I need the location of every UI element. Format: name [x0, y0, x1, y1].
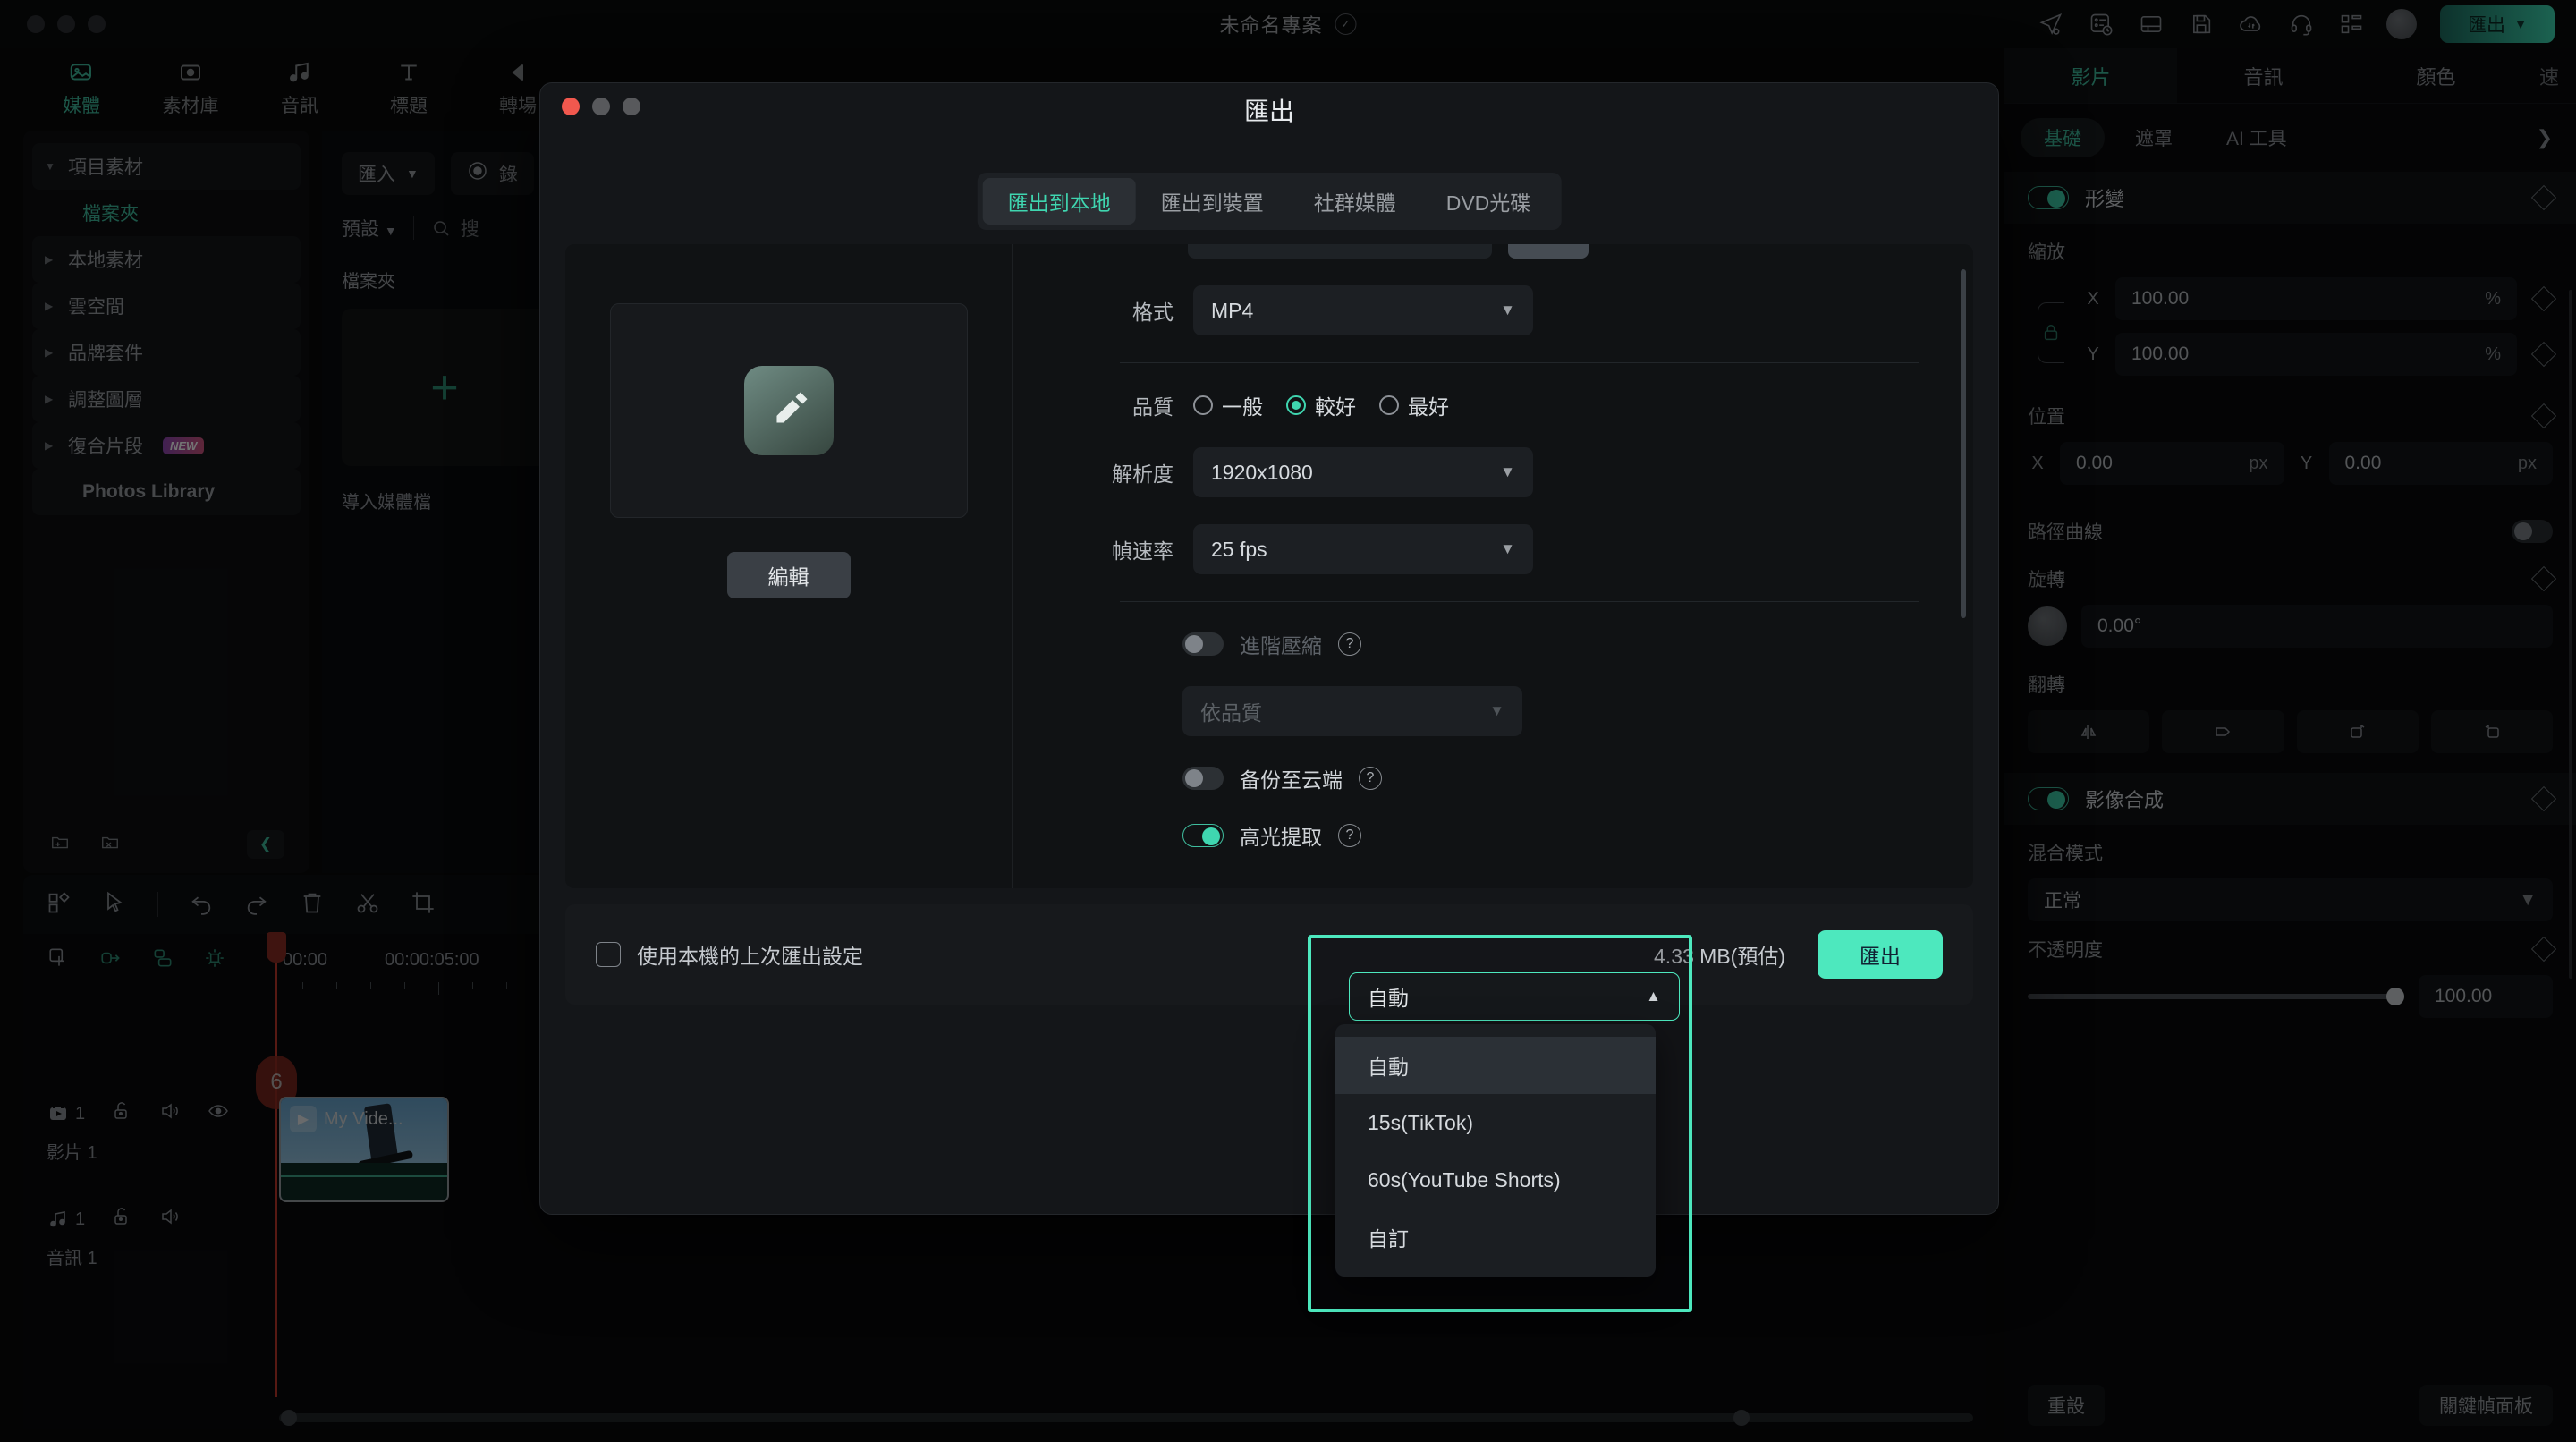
- export-confirm-button[interactable]: 匯出: [1818, 930, 1943, 979]
- highlight-extract-toggle[interactable]: [1182, 824, 1224, 847]
- dialog-settings-column: 格式 MP4 ▼ 品質 一般 較好 最好 解析度 1920x1080 ▼ 幀速率…: [1013, 244, 1973, 888]
- scrolled-partial-row: [1188, 244, 1589, 259]
- advanced-compress-label: 進階壓縮: [1240, 634, 1322, 657]
- radio-icon: [1379, 395, 1399, 415]
- quality-option-better-label: 較好: [1315, 395, 1356, 419]
- cloud-backup-label: 备份至云端: [1240, 768, 1343, 792]
- quality-option-normal-label: 一般: [1222, 395, 1263, 419]
- dropdown-option-auto[interactable]: 自動: [1335, 1037, 1656, 1094]
- help-icon[interactable]: ?: [1338, 824, 1361, 847]
- partial-button[interactable]: [1508, 244, 1589, 259]
- radio-icon: [1193, 395, 1213, 415]
- highlight-duration-dropdown-button[interactable]: 自動 ▲: [1349, 972, 1680, 1021]
- partial-input[interactable]: [1188, 244, 1492, 259]
- dialog-preview-column: 編輯: [565, 244, 1013, 888]
- quality-option-best-label: 最好: [1408, 395, 1449, 419]
- edit-pencil-icon: [743, 366, 834, 455]
- framerate-row: 幀速率 25 fps ▼: [1013, 524, 1973, 574]
- help-icon[interactable]: ?: [1338, 632, 1361, 656]
- resolution-label: 解析度: [1112, 462, 1174, 486]
- preview-box: [609, 303, 968, 518]
- compress-mode-select: 依品質 ▼: [1182, 686, 1522, 736]
- app-root: 未命名專案 ✓ 匯出 ▼ 媒體 素材庫: [0, 0, 2576, 1442]
- quality-radio-group: 一般 較好 最好: [1193, 390, 1449, 420]
- dialog-tab-device[interactable]: 匯出到裝置: [1136, 178, 1289, 225]
- resolution-value: 1920x1080: [1211, 460, 1313, 484]
- chevron-down-icon: ▼: [1489, 702, 1504, 719]
- format-label: 格式: [1132, 301, 1174, 324]
- chevron-up-icon: ▲: [1646, 988, 1661, 1005]
- highlight-extract-row: 高光提取 ?: [1013, 820, 1973, 851]
- resolution-row: 解析度 1920x1080 ▼: [1013, 447, 1973, 497]
- chevron-down-icon: ▼: [1500, 540, 1515, 557]
- export-dialog: 匯出 匯出到本地 匯出到裝置 社群媒體 DVD光碟 編輯 格式 MP4 ▼ 品質…: [539, 82, 1999, 1215]
- dialog-title: 匯出: [1243, 98, 1294, 125]
- framerate-select[interactable]: 25 fps ▼: [1193, 524, 1533, 574]
- chevron-down-icon: ▼: [1500, 301, 1515, 318]
- dialog-scrollbar[interactable]: [1961, 269, 1966, 618]
- highlight-duration-selected: 自動: [1368, 987, 1409, 1010]
- framerate-label: 幀速率: [1112, 539, 1174, 563]
- help-icon[interactable]: ?: [1359, 767, 1382, 790]
- dialog-tab-dvd[interactable]: DVD光碟: [1421, 178, 1556, 225]
- dropdown-option-custom[interactable]: 自訂: [1335, 1209, 1656, 1266]
- quality-option-best[interactable]: 最好: [1379, 390, 1449, 420]
- framerate-value: 25 fps: [1211, 537, 1267, 561]
- use-last-settings-label: 使用本機的上次匯出設定: [637, 945, 863, 968]
- format-value: MP4: [1211, 298, 1254, 322]
- dialog-tab-social[interactable]: 社群媒體: [1289, 178, 1421, 225]
- quality-label: 品質: [1132, 395, 1174, 419]
- quality-row: 品質 一般 較好 最好: [1013, 390, 1973, 420]
- format-select[interactable]: MP4 ▼: [1193, 285, 1533, 335]
- dialog-tab-local[interactable]: 匯出到本地: [982, 178, 1136, 225]
- chevron-down-icon: ▼: [1500, 463, 1515, 480]
- quality-option-better[interactable]: 較好: [1286, 390, 1356, 420]
- dialog-tabs: 匯出到本地 匯出到裝置 社群媒體 DVD光碟: [977, 173, 1562, 230]
- divider: [1120, 362, 1919, 363]
- quality-option-normal[interactable]: 一般: [1193, 390, 1263, 420]
- use-last-settings-checkbox[interactable]: [596, 942, 621, 967]
- dropdown-option-15s[interactable]: 15s(TikTok): [1335, 1094, 1656, 1151]
- advanced-compress-row: 進階壓縮 ?: [1013, 629, 1973, 659]
- radio-icon-selected: [1286, 395, 1306, 415]
- format-row: 格式 MP4 ▼: [1013, 285, 1973, 335]
- compress-mode-row: 依品質 ▼: [1013, 686, 1973, 736]
- highlight-extract-label: 高光提取: [1240, 826, 1322, 849]
- compress-mode-value: 依品質: [1200, 701, 1262, 725]
- dialog-footer: 使用本機的上次匯出設定 4.33 MB(預估) 匯出: [565, 904, 1973, 1005]
- cloud-backup-row: 备份至云端 ?: [1013, 763, 1973, 793]
- resolution-select[interactable]: 1920x1080 ▼: [1193, 447, 1533, 497]
- highlight-duration-dropdown-menu: 自動 15s(TikTok) 60s(YouTube Shorts) 自訂: [1335, 1024, 1656, 1277]
- dropdown-option-60s[interactable]: 60s(YouTube Shorts): [1335, 1151, 1656, 1209]
- cloud-backup-toggle[interactable]: [1182, 767, 1224, 790]
- dialog-body: 編輯 格式 MP4 ▼ 品質 一般 較好 最好 解析度 1920x1080 ▼ …: [565, 244, 1973, 888]
- advanced-compress-toggle[interactable]: [1182, 632, 1224, 656]
- divider: [1120, 601, 1919, 602]
- edit-button[interactable]: 編輯: [726, 552, 851, 598]
